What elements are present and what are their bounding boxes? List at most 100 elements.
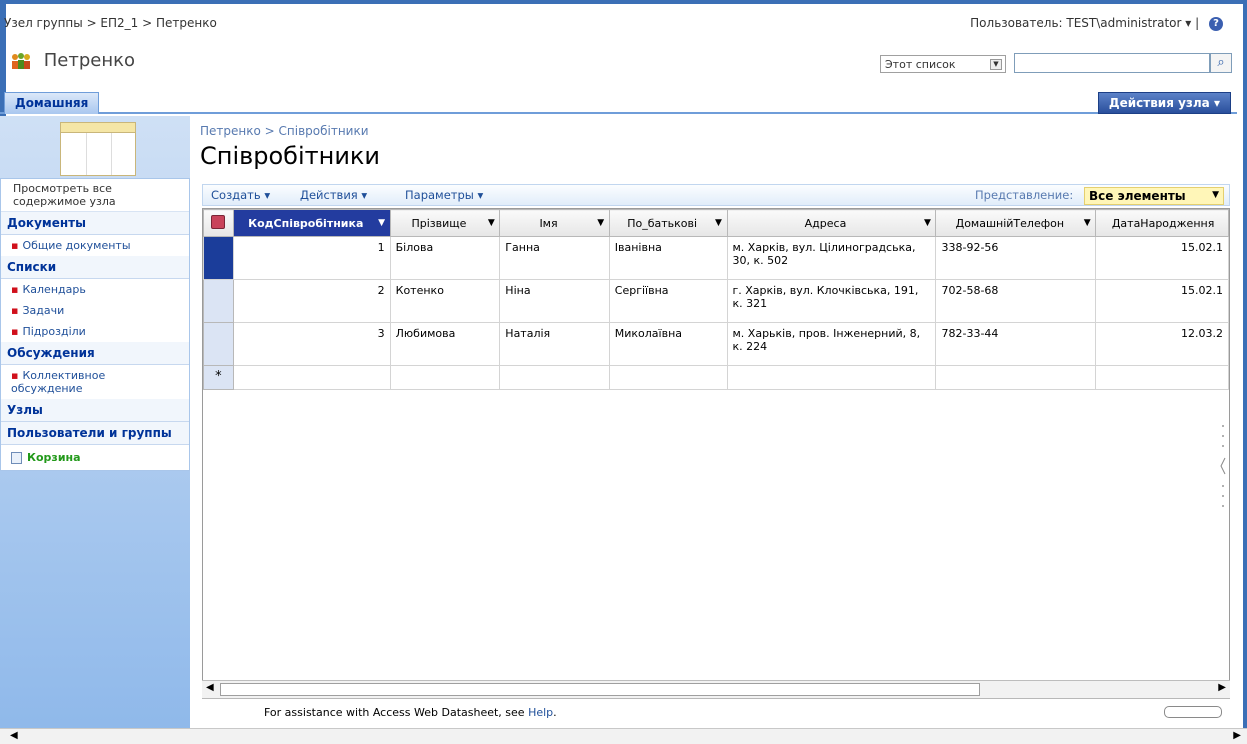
nav-item-calendar[interactable]: ▪ Календарь xyxy=(1,279,189,300)
cell-surname[interactable]: Любимова xyxy=(389,322,501,366)
page-breadcrumb[interactable]: Петренко > Співробітники xyxy=(200,124,369,138)
help-link[interactable]: Help xyxy=(528,706,553,719)
cell-patronymic[interactable]: Іванівна xyxy=(608,236,728,280)
cell-id[interactable]: 1 xyxy=(232,236,391,280)
cell-address[interactable]: м. Харків, вул. Цілиноградська, 30, к. 5… xyxy=(726,236,937,280)
chevron-down-icon[interactable]: ▼ xyxy=(376,217,388,229)
view-select[interactable]: Все элементы ▼ xyxy=(1084,187,1224,205)
site-title[interactable]: Петренко xyxy=(10,50,135,71)
column-header-birthdate[interactable]: ДатаНародження xyxy=(1095,209,1229,237)
grid-horizontal-scrollbar[interactable]: ◀ ▶ xyxy=(202,680,1230,698)
cell-id[interactable]: 2 xyxy=(232,279,391,323)
chevron-down-icon[interactable]: ▼ xyxy=(921,217,933,229)
column-header-name[interactable]: Імя ▼ xyxy=(499,209,610,237)
table-row[interactable]: 2 Котенко Ніна Сергіївна г. Харків, вул.… xyxy=(203,279,1229,323)
scroll-left-icon[interactable]: ◀ xyxy=(206,682,214,693)
chevron-down-icon[interactable]: ▼ xyxy=(485,217,497,229)
new-row-marker[interactable]: * xyxy=(203,365,234,390)
cell-id[interactable]: 3 xyxy=(232,322,391,366)
quick-launch: Просмотреть все содержимое узла Документ… xyxy=(0,116,190,740)
scroll-left-icon[interactable]: ◀ xyxy=(10,730,18,741)
view-all-content-link[interactable]: Просмотреть все содержимое узла xyxy=(1,179,189,212)
new-cell[interactable] xyxy=(389,365,501,390)
column-header-surname[interactable]: Прізвище ▼ xyxy=(389,209,501,237)
nav-heading-sites[interactable]: Узлы xyxy=(1,399,189,422)
page-horizontal-scrollbar[interactable]: ◀ ▶ xyxy=(0,728,1247,744)
table-row[interactable]: 1 Білова Ганна Іванівна м. Харків, вул. … xyxy=(203,236,1229,280)
user-label[interactable]: Пользователь: TEST\administrator xyxy=(970,16,1181,30)
search-icon[interactable]: ⌕ xyxy=(1210,53,1232,73)
cell-patronymic[interactable]: Миколаївна xyxy=(608,322,728,366)
nav-item-departments[interactable]: ▪ Підрозділи xyxy=(1,321,189,342)
nav-item-team-discussion[interactable]: ▪ Коллективное обсуждение xyxy=(1,365,189,399)
new-cell[interactable] xyxy=(1095,365,1229,390)
new-cell[interactable] xyxy=(726,365,937,390)
new-menu[interactable]: Создать ▾ xyxy=(211,188,270,202)
column-header-phone[interactable]: ДомашнійТелефон ▼ xyxy=(935,209,1097,237)
user-separator: | xyxy=(1195,16,1200,30)
nav-heading-documents[interactable]: Документы xyxy=(1,212,189,235)
recycle-bin-label: Корзина xyxy=(27,451,81,464)
chevron-down-icon[interactable]: ▼ xyxy=(713,217,725,229)
cell-patronymic[interactable]: Сергіївна xyxy=(608,279,728,323)
nav-heading-people-groups[interactable]: Пользователи и группы xyxy=(1,422,189,445)
cell-name[interactable]: Ніна xyxy=(499,279,610,323)
nav-heading-discussions[interactable]: Обсуждения xyxy=(1,342,189,365)
new-cell[interactable] xyxy=(232,365,391,390)
cell-birthdate[interactable]: 15.02.1 xyxy=(1095,236,1229,280)
row-selector[interactable] xyxy=(203,236,234,280)
select-all-corner[interactable] xyxy=(203,209,234,237)
cell-birthdate[interactable]: 12.03.2 xyxy=(1095,322,1229,366)
site-actions-menu[interactable]: Действия узла ▾ xyxy=(1097,92,1231,114)
cell-name[interactable]: Ганна xyxy=(499,236,610,280)
nav-heading-lists[interactable]: Списки xyxy=(1,256,189,279)
people-logo-icon xyxy=(12,53,30,69)
new-cell[interactable] xyxy=(499,365,610,390)
datasheet-grid[interactable]: КодСпівробітника ▼ Прізвище ▼ Імя ▼ По_бать… xyxy=(202,208,1230,714)
scroll-thumb[interactable] xyxy=(220,683,980,696)
new-cell[interactable] xyxy=(608,365,728,390)
search-scope-select[interactable]: Этот список ▼ xyxy=(880,55,1006,73)
user-menu[interactable]: Пользователь: TEST\administrator ▾ | ? xyxy=(970,16,1223,31)
recycle-bin-icon xyxy=(11,452,22,464)
settings-menu[interactable]: Параметры ▾ xyxy=(405,188,483,202)
cell-phone[interactable]: 702-58-68 xyxy=(935,279,1097,323)
cell-phone[interactable]: 338-92-56 xyxy=(935,236,1097,280)
nav-item-tasks[interactable]: ▪ Задачи xyxy=(1,300,189,321)
site-title-text[interactable]: Петренко xyxy=(44,50,135,71)
actions-menu[interactable]: Действия ▾ xyxy=(300,188,367,202)
global-breadcrumb[interactable]: Узел группы > ЕП2_1 > Петренко xyxy=(4,16,217,30)
new-row[interactable]: * xyxy=(203,365,1229,390)
cell-name[interactable]: Наталія xyxy=(499,322,610,366)
column-header-patronymic[interactable]: По_батькові ▼ xyxy=(608,209,728,237)
column-header-label: Імя xyxy=(539,216,558,230)
column-header-id[interactable]: КодСпівробітника ▼ xyxy=(232,209,391,237)
user-menu-arrow-icon[interactable]: ▾ xyxy=(1185,16,1195,30)
top-nav: Домашняя Действия узла ▾ xyxy=(0,90,1237,114)
cell-address[interactable]: м. Харьків, пров. Інженерний, 8, к. 224 xyxy=(726,322,937,366)
column-header-address[interactable]: Адреса ▼ xyxy=(726,209,937,237)
cell-birthdate[interactable]: 15.02.1 xyxy=(1095,279,1229,323)
table-row[interactable]: 3 Любимова Наталія Миколаївна м. Харьків… xyxy=(203,322,1229,366)
chevron-down-icon[interactable]: ▼ xyxy=(595,217,607,229)
new-cell[interactable] xyxy=(935,365,1097,390)
tab-home[interactable]: Домашняя xyxy=(4,92,100,114)
scroll-right-icon[interactable]: ▶ xyxy=(1233,730,1241,741)
nav-item-shared-documents[interactable]: ▪ Общие документы xyxy=(1,235,189,256)
splitter-handle[interactable] xyxy=(1218,416,1228,516)
view-label: Представление: xyxy=(975,188,1074,202)
chevron-down-icon[interactable]: ▼ xyxy=(990,59,1002,70)
page-title: Співробітники xyxy=(200,142,381,170)
cell-phone[interactable]: 782-33-44 xyxy=(935,322,1097,366)
help-icon[interactable]: ? xyxy=(1209,16,1223,31)
cell-address[interactable]: г. Харків, вул. Клочківська, 191, к. 321 xyxy=(726,279,937,323)
row-selector[interactable] xyxy=(203,279,234,323)
search-input[interactable] xyxy=(1014,53,1210,73)
status-end: . xyxy=(553,706,557,719)
cell-surname[interactable]: Котенко xyxy=(389,279,501,323)
chevron-down-icon[interactable]: ▼ xyxy=(1081,217,1093,229)
cell-surname[interactable]: Білова xyxy=(389,236,501,280)
nav-item-recycle-bin[interactable]: Корзина xyxy=(1,445,189,470)
scroll-right-icon[interactable]: ▶ xyxy=(1218,682,1226,693)
row-selector[interactable] xyxy=(203,322,234,366)
